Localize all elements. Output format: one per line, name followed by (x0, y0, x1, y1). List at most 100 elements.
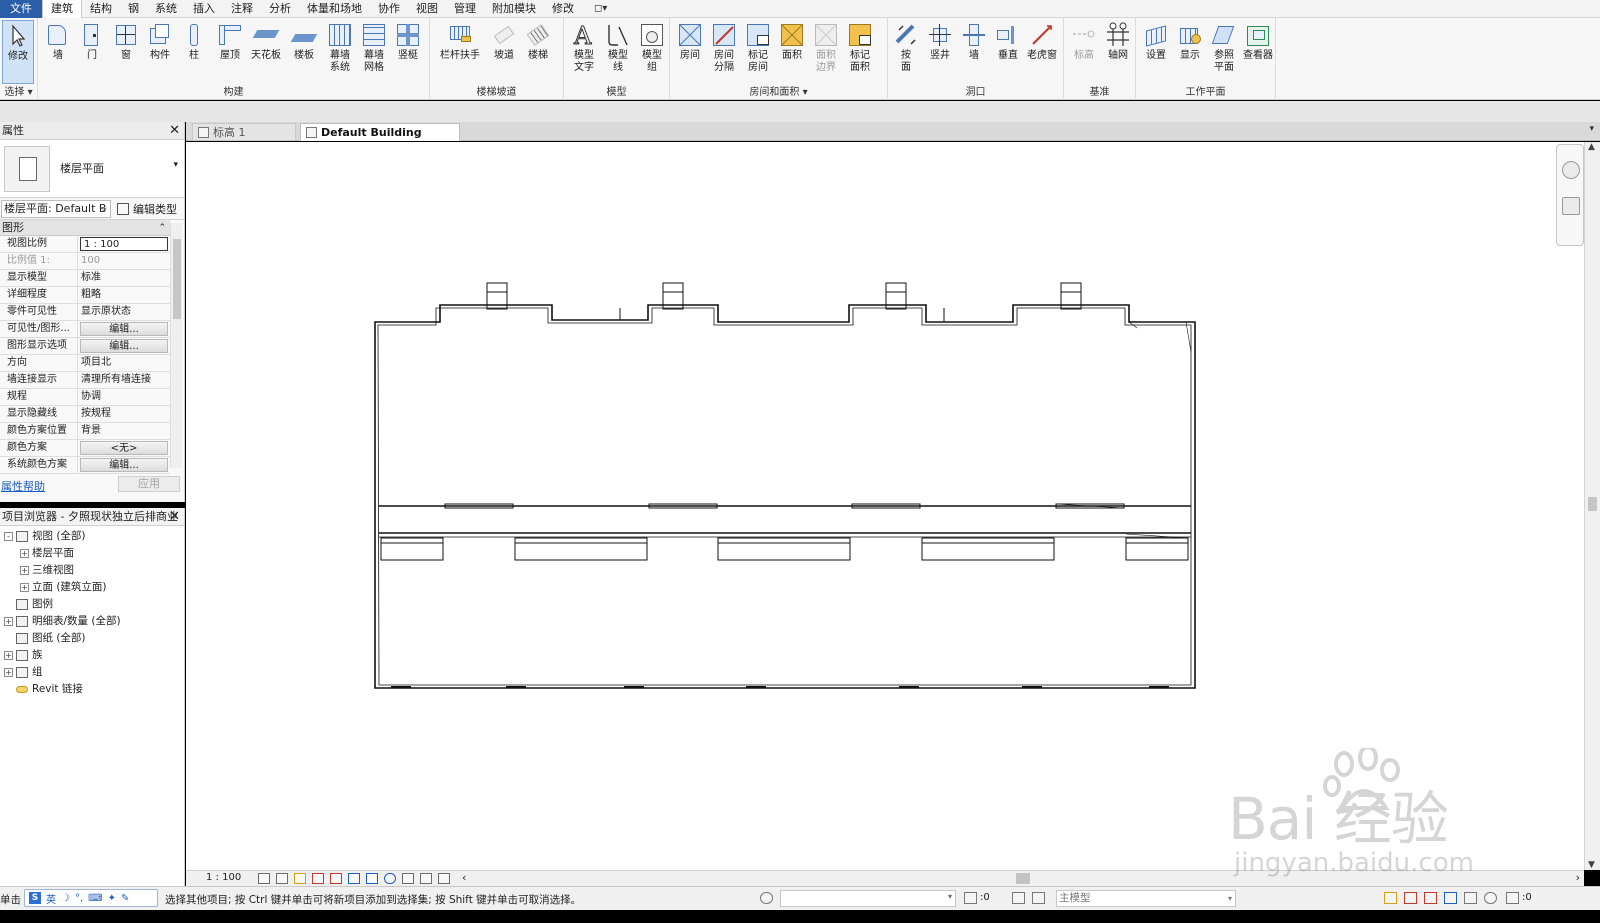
menu-structure[interactable]: 结构 (82, 0, 120, 18)
select-links-icon[interactable] (1384, 892, 1397, 904)
property-row[interactable]: 比例值 1: 100 (0, 253, 170, 270)
show-crop-icon[interactable] (348, 873, 360, 884)
room-tool[interactable]: 房间 (674, 20, 706, 84)
level-tool[interactable]: 标高 (1068, 20, 1100, 84)
type-selector[interactable]: 楼层平面 ▾ (0, 140, 184, 198)
menu-modify[interactable]: 修改 (544, 0, 582, 18)
drag-elements-icon[interactable] (1464, 892, 1477, 904)
grid-tool[interactable]: 轴网 (1102, 20, 1134, 84)
ime-toolbar[interactable]: S 英 ☽ °, ⌨ ✦ ✎ (24, 889, 158, 907)
property-edit-button[interactable]: <无> (80, 441, 168, 455)
property-edit-button[interactable]: 编辑... (80, 339, 168, 353)
model-line-tool[interactable]: 模型 线 (602, 20, 634, 84)
show-work-plane-tool[interactable]: 显示 (1174, 20, 1206, 84)
browser-node[interactable]: - 视图 (全部) (0, 528, 184, 545)
floor-tool[interactable]: 楼板 (288, 20, 320, 84)
expand-icon[interactable]: + (20, 565, 29, 575)
background-process-icon[interactable] (1484, 892, 1497, 904)
steering-wheel-icon[interactable] (1562, 161, 1580, 179)
select-by-face-icon[interactable] (1444, 892, 1457, 904)
collapse-icon[interactable]: - (4, 531, 13, 541)
graphics-section-header[interactable]: 图形 ⌃ (0, 220, 170, 236)
tab-level-1[interactable]: 标高 1 (192, 123, 296, 141)
viewer-tool[interactable]: 查看器 (1242, 20, 1274, 84)
wall-tool[interactable]: 墙 (42, 20, 74, 84)
reference-plane-tool[interactable]: 参照 平面 (1208, 20, 1240, 84)
detail-level-icon[interactable] (258, 873, 270, 884)
menu-massing-site[interactable]: 体量和场地 (299, 0, 370, 18)
editable-only-icon[interactable] (1032, 892, 1045, 904)
shaft-tool[interactable]: 竖井 (924, 20, 956, 84)
design-options-combo[interactable]: 主模型 ▾ (1056, 890, 1236, 907)
roof-tool[interactable]: 屋顶 (214, 20, 246, 84)
property-row[interactable]: 规程 协调 (0, 389, 170, 406)
scroll-up-icon[interactable]: ▲ (1588, 142, 1595, 152)
menu-steel[interactable]: 钢 (120, 0, 147, 18)
instance-selector[interactable]: 楼层平面: Default B ⌵ (1, 199, 111, 218)
browser-node[interactable]: + 立面 (建筑立面) (0, 579, 184, 596)
wall-opening-tool[interactable]: 墙 (958, 20, 990, 84)
property-row[interactable]: 零件可见性 显示原状态 (0, 304, 170, 321)
vertical-scrollbar[interactable]: ▲ ▼ (1584, 142, 1600, 870)
properties-help-link[interactable]: 属性帮助 (1, 478, 45, 494)
drawing-canvas[interactable] (186, 142, 1584, 870)
view-scale[interactable]: 1 : 100 (206, 872, 241, 883)
property-input[interactable]: 1 : 100 (80, 237, 168, 251)
select-pinned-icon[interactable] (1424, 892, 1437, 904)
analytical-model-icon[interactable] (420, 873, 432, 884)
menu-insert[interactable]: 插入 (185, 0, 223, 18)
apply-button[interactable]: 应用 (118, 476, 180, 492)
dormer-tool[interactable]: 老虎窗 (1026, 20, 1058, 84)
close-icon[interactable]: ✕ (169, 508, 180, 526)
expand-icon[interactable]: + (20, 582, 29, 592)
room-separator-tool[interactable]: 房间 分隔 (708, 20, 740, 84)
area-boundary-tool[interactable]: 面积 边界 (810, 20, 842, 84)
property-row[interactable]: 墙连接显示 清理所有墙连接 (0, 372, 170, 389)
stair-tool[interactable]: 楼梯 (522, 20, 554, 84)
property-row[interactable]: 颜色方案 <无> (0, 440, 170, 457)
mullion-tool[interactable]: 竖梃 (392, 20, 424, 84)
property-edit-button[interactable]: 编辑... (80, 458, 168, 472)
browser-node[interactable]: 图例 (0, 596, 184, 613)
constraints-icon[interactable] (438, 873, 450, 884)
browser-node[interactable]: + 楼层平面 (0, 545, 184, 562)
menu-annotate[interactable]: 注释 (223, 0, 261, 18)
area-tool[interactable]: 面积 (776, 20, 808, 84)
component-tool[interactable]: 构件 (144, 20, 176, 84)
menu-collaborate[interactable]: 协作 (370, 0, 408, 18)
model-text-tool[interactable]: A 模型 文字 (568, 20, 600, 84)
ceiling-tool[interactable]: 天花板 (250, 20, 282, 84)
menu-analyze[interactable]: 分析 (261, 0, 299, 18)
browser-node[interactable]: + 组 (0, 664, 184, 681)
select-group-label[interactable]: 选择 ▾ (0, 83, 37, 98)
property-row[interactable]: 图形显示选项 编辑... (0, 338, 170, 355)
property-row[interactable]: 显示隐藏线 按规程 (0, 406, 170, 423)
ramp-tool[interactable]: 坡道 (488, 20, 520, 84)
tab-list-caret-icon[interactable]: ▾ (1589, 124, 1594, 134)
scroll-left-icon[interactable]: ‹ (462, 871, 466, 884)
ime-tools-icon[interactable]: ✎ (121, 893, 129, 904)
ime-moon-icon[interactable]: ☽ (61, 893, 70, 904)
room-area-group-label[interactable]: 房间和面积 ▾ (670, 83, 887, 98)
reveal-hidden-icon[interactable] (384, 873, 396, 884)
temporary-hide-icon[interactable] (366, 873, 378, 884)
menu-systems[interactable]: 系统 (147, 0, 185, 18)
horizontal-scroll-thumb[interactable] (1016, 873, 1030, 884)
workset-icon[interactable] (760, 892, 773, 904)
visual-style-icon[interactable] (276, 873, 288, 884)
ime-punct-icon[interactable]: °, (75, 893, 83, 904)
browser-node[interactable]: Revit 链接 (0, 681, 184, 698)
curtain-grid-tool[interactable]: 幕墙 网格 (358, 20, 390, 84)
property-row[interactable]: 方向 项目北 (0, 355, 170, 372)
expand-icon[interactable]: + (4, 650, 13, 660)
workset-combo[interactable]: ▾ (780, 890, 956, 907)
scroll-down-icon[interactable]: ▼ (1588, 860, 1595, 870)
shadows-icon[interactable] (312, 873, 324, 884)
temporary-view-properties-icon[interactable] (402, 873, 414, 884)
property-row[interactable]: 可见性/图形... 编辑... (0, 321, 170, 338)
modify-tool[interactable]: 修改 (2, 20, 34, 84)
property-row[interactable]: 系统颜色方案 编辑... (0, 457, 170, 474)
window-tool[interactable]: 窗 (110, 20, 142, 84)
crop-view-icon[interactable] (330, 873, 342, 884)
edit-type-button[interactable]: 编辑类型 (117, 201, 177, 217)
